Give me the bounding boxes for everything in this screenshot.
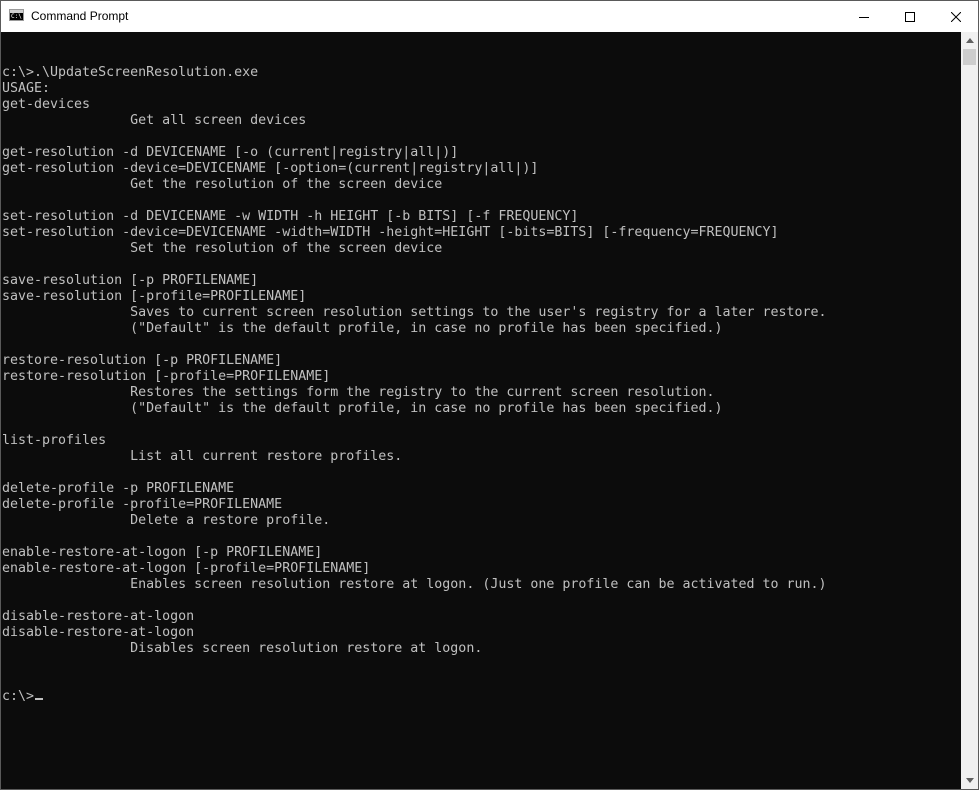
title-bar[interactable]: C:\ Command Prompt [1,1,978,32]
console-line: USAGE: [2,81,51,96]
console-text: c:\>.\UpdateScreenResolution.exe USAGE: … [2,65,827,705]
close-icon [951,11,961,22]
command-prompt-window: C:\ Command Prompt c:\>.\UpdateScreenRes… [0,0,979,790]
console-line: c:\>.\UpdateScreenResolution.exe [2,65,259,80]
console-line: enable-restore-at-logon [-profile=PROFIL… [2,561,371,576]
scroll-up-arrow-icon [965,38,974,43]
console-line: save-resolution [-profile=PROFILENAME] [2,289,307,304]
maximize-button[interactable] [887,1,933,32]
scrollbar-thumb[interactable] [963,49,976,65]
console-line: Delete a restore profile. [2,513,331,528]
console-line: save-resolution [-p PROFILENAME] [2,273,259,288]
console-line: ("Default" is the default profile, in ca… [2,401,723,416]
console-line: disable-restore-at-logon [2,609,195,624]
console-line: restore-resolution [-profile=PROFILENAME… [2,369,331,384]
scroll-down-button[interactable] [961,772,978,789]
close-button[interactable] [933,1,978,32]
console-line: enable-restore-at-logon [-p PROFILENAME] [2,545,323,560]
minimize-button[interactable] [841,1,887,32]
console-output[interactable]: c:\>.\UpdateScreenResolution.exe USAGE: … [1,32,961,789]
console-line: get-resolution -d DEVICENAME [-o (curren… [2,145,459,160]
scroll-up-button[interactable] [961,32,978,49]
console-line: set-resolution -d DEVICENAME -w WIDTH -h… [2,209,579,224]
console-line: get-resolution -device=DEVICENAME [-opti… [2,161,539,176]
console-line: set-resolution -device=DEVICENAME -width… [2,225,779,240]
console-line: delete-profile -profile=PROFILENAME [2,497,283,512]
console-line: Set the resolution of the screen device [2,241,443,256]
console-line: Get all screen devices [2,113,307,128]
window-title: Command Prompt [31,9,129,23]
console-line: restore-resolution [-p PROFILENAME] [2,353,283,368]
console-line: disable-restore-at-logon [2,625,195,640]
console-line: ("Default" is the default profile, in ca… [2,321,723,336]
command-prompt: c:\> [2,689,35,704]
console-line: Restores the settings form the registry … [2,385,715,400]
command-prompt-icon[interactable]: C:\ [9,9,24,21]
console-line: get-devices [2,97,91,112]
console-line: Get the resolution of the screen device [2,177,443,192]
console-line: delete-profile -p PROFILENAME [2,481,235,496]
console-line: Saves to current screen resolution setti… [2,305,827,320]
console-line: list-profiles [2,433,107,448]
vertical-scrollbar[interactable] [961,32,978,789]
console-line: Disables screen resolution restore at lo… [2,641,483,656]
console-lines: c:\>.\UpdateScreenResolution.exe USAGE: … [2,65,827,656]
scroll-down-arrow-icon [965,778,974,783]
console-line: List all current restore profiles. [2,449,403,464]
maximize-icon [905,11,915,22]
console-line: Enables screen resolution restore at log… [2,577,827,592]
minimize-icon [859,16,869,18]
text-cursor [35,698,44,700]
